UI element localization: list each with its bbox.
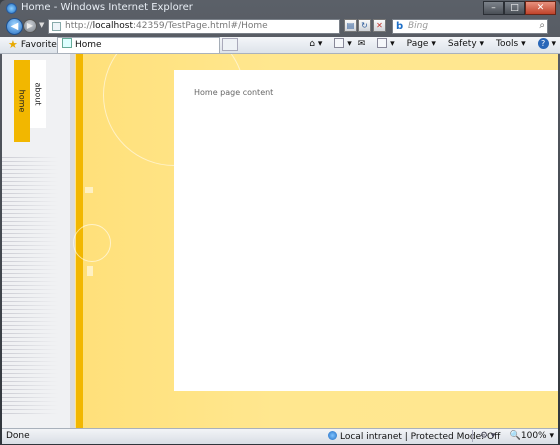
security-zone[interactable]: Local intranet | Protected Mode: Off [328, 431, 500, 442]
search-icon[interactable]: ⌕ [539, 20, 545, 31]
main-content: Home page content [174, 70, 558, 391]
help-menu[interactable]: ? ▾ [532, 38, 556, 49]
tab-home[interactable]: Home [57, 37, 220, 53]
refresh-button[interactable]: ↻ [358, 19, 371, 32]
zoom-control[interactable]: 🔍100% ▾ [510, 431, 554, 441]
ie-logo-icon [6, 3, 17, 14]
help-icon: ? [537, 38, 549, 49]
protected-mode-icon[interactable]: ⚙ ▾ [480, 431, 495, 441]
status-divider [472, 430, 473, 442]
search-box[interactable]: b Bing ⌕ [392, 19, 548, 34]
page-viewport: home about Home page content [2, 54, 558, 428]
star-icon: ★ [8, 38, 18, 51]
command-bar: ★ Favorites Home ⌂ ▾ ▾ ✉ ▾ Page ▾ Safety… [0, 37, 560, 54]
tools-menu[interactable]: Tools ▾ [490, 39, 526, 49]
globe-icon [328, 431, 337, 440]
browser-window: Home - Windows Internet Explorer – □ ✕ ◀… [0, 0, 560, 445]
nav-home-label: home [17, 89, 27, 113]
forward-button[interactable]: ▶ [23, 19, 37, 33]
command-bar-tools: ⌂ ▾ ▾ ✉ ▾ Page ▾ Safety ▾ Tools ▾ ? ▾ [303, 38, 556, 49]
mail-icon[interactable]: ✉ [358, 39, 366, 49]
favorites-label: Favorites [20, 39, 62, 50]
side-nav: home about [2, 54, 74, 428]
minimize-button[interactable]: – [483, 1, 504, 15]
decorative-circle-small [73, 224, 111, 262]
decorative-square [87, 266, 93, 276]
zoom-icon: 🔍 [509, 431, 521, 441]
page-icon [52, 22, 61, 31]
status-text: Done [6, 431, 30, 441]
window-title: Home - Windows Internet Explorer [21, 2, 193, 13]
new-tab-button[interactable] [222, 38, 238, 51]
address-bar[interactable]: http://localhost:42359/TestPage.html#/Ho… [48, 19, 340, 34]
compatibility-view-button[interactable]: ▤ [344, 19, 357, 32]
maximize-button[interactable]: □ [504, 1, 525, 15]
tab-page-icon [62, 38, 72, 48]
content-text: Home page content [194, 88, 274, 97]
decorative-texture [2, 154, 58, 414]
close-button[interactable]: ✕ [525, 1, 556, 15]
safety-menu[interactable]: Safety ▾ [442, 39, 484, 49]
status-bar: Done Local intranet | Protected Mode: Of… [2, 428, 558, 444]
page-menu[interactable]: Page ▾ [401, 39, 436, 49]
navigation-row: ◀ ▶ ▼ http://localhost:42359/TestPage.ht… [0, 17, 560, 37]
address-url[interactable]: http://localhost:42359/TestPage.html#/Ho… [65, 21, 268, 31]
nav-about[interactable]: about [30, 60, 46, 128]
title-bar: Home - Windows Internet Explorer – □ ✕ [0, 0, 560, 17]
stop-button[interactable]: ✕ [373, 19, 386, 32]
tab-label: Home [75, 40, 102, 50]
recent-pages-dropdown-icon[interactable]: ▼ [39, 21, 44, 29]
bing-icon: b [396, 21, 404, 32]
back-button[interactable]: ◀ [6, 18, 23, 35]
decorative-square [85, 187, 93, 193]
search-placeholder: Bing [408, 21, 429, 31]
print-icon[interactable]: ▾ [371, 38, 395, 49]
url-rest: :42359/TestPage.html#/Home [132, 21, 268, 31]
nav-about-label: about [33, 82, 43, 106]
nav-home[interactable]: home [14, 60, 30, 142]
url-prefix: http:// [65, 21, 93, 31]
url-host: localhost [92, 21, 133, 31]
window-controls: – □ ✕ [483, 1, 556, 15]
home-icon[interactable]: ⌂ ▾ [309, 39, 322, 49]
feeds-icon[interactable]: ▾ [328, 38, 352, 49]
